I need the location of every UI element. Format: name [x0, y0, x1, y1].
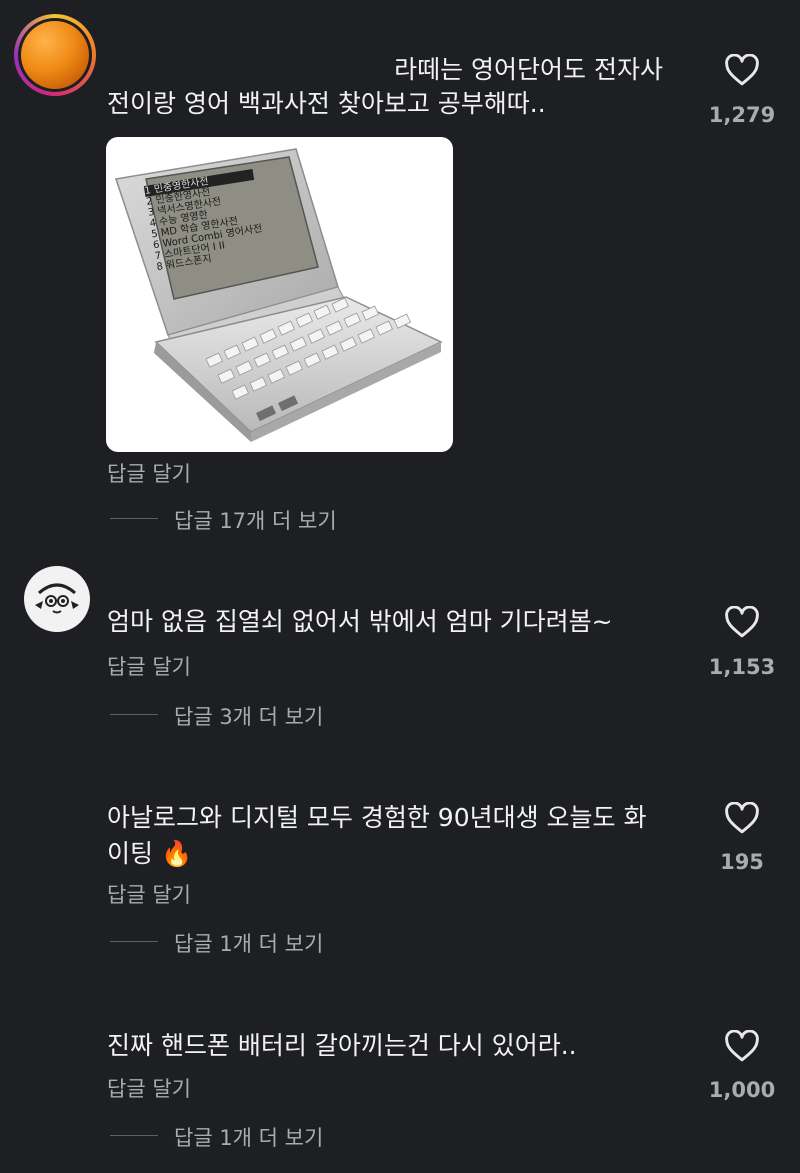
- comment-text: 엄마 없음 집열쇠 없어서 밖에서 엄마 기다려봄~: [107, 607, 613, 636]
- like-count: 1,279: [708, 103, 776, 127]
- like-count: 1,153: [708, 655, 776, 679]
- electronic-dictionary-photo[interactable]: 1 민중영한사전 2 민중한영사전 3 넥서스영한사전 4 수능 영영한 5 M…: [106, 137, 453, 452]
- cartoon-face-avatar[interactable]: [24, 566, 90, 632]
- comment-text-line: 아날로그와 디지털 모두 경험한 90년대생 오늘도 화: [107, 803, 647, 832]
- like-count: 195: [720, 850, 764, 874]
- heart-outline-icon[interactable]: [724, 1030, 760, 1062]
- view-more-replies-button[interactable]: 답글 3개 더 보기: [174, 701, 323, 731]
- divider-line: [110, 714, 158, 715]
- reply-button[interactable]: 답글 달기: [107, 458, 191, 488]
- dictionary-menu: 1 민중영한사전 2 민중한영사전 3 넥서스영한사전 4 수능 영영한 5 M…: [143, 168, 267, 273]
- view-more-replies-button[interactable]: 답글 17개 더 보기: [174, 505, 337, 535]
- divider-line: [110, 941, 158, 942]
- comment-list: 라떼는 영어단어도 전자사 전이랑 영어 백과사전 찾아보고 공부해따.. 1 …: [0, 0, 800, 1173]
- heart-outline-icon[interactable]: [724, 606, 760, 638]
- reply-button[interactable]: 답글 달기: [107, 1073, 191, 1103]
- view-more-replies-button[interactable]: 답글 1개 더 보기: [174, 928, 323, 958]
- divider-line: [110, 1135, 158, 1136]
- comment-text-line: 이팅 🔥: [107, 839, 193, 868]
- heart-outline-icon[interactable]: [724, 54, 760, 86]
- reply-button[interactable]: 답글 달기: [107, 879, 191, 909]
- orange-avatar[interactable]: [14, 14, 96, 96]
- comment-text-line: 라떼는 영어단어도 전자사: [394, 55, 663, 84]
- heart-outline-icon[interactable]: [724, 802, 760, 834]
- cartoon-face-icon: [35, 583, 79, 614]
- reply-button[interactable]: 답글 달기: [107, 651, 191, 681]
- orange-image: [21, 21, 89, 89]
- like-count: 1,000: [708, 1078, 776, 1102]
- comment-text-line: 전이랑 영어 백과사전 찾아보고 공부해따..: [107, 89, 546, 118]
- comment-text: 진짜 핸드폰 배터리 갈아끼는건 다시 있어라..: [107, 1031, 577, 1060]
- divider-line: [110, 518, 158, 519]
- view-more-replies-button[interactable]: 답글 1개 더 보기: [174, 1122, 323, 1152]
